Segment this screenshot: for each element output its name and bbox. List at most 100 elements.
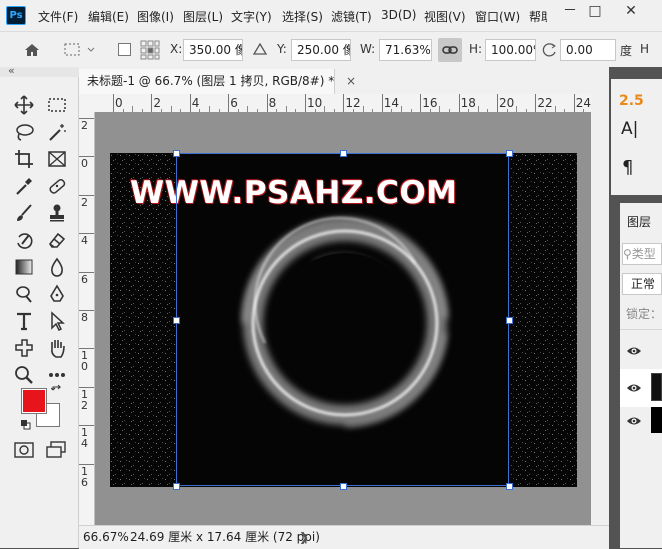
ruler-tick (381, 94, 383, 112)
blur-tool-icon[interactable] (44, 256, 70, 282)
collapse-toolbar-icon[interactable]: « (8, 64, 15, 77)
zoom-level[interactable]: 66.67% (83, 526, 129, 548)
ruler-tick (151, 94, 153, 112)
reference-checkbox[interactable] (118, 43, 131, 56)
layer-filter-placeholder: 类型 (631, 247, 656, 261)
path-selection-icon[interactable] (44, 310, 70, 336)
default-colors-icon[interactable] (20, 419, 31, 430)
zoom-tool-icon[interactable] (11, 364, 37, 390)
transform-handle-top[interactable] (340, 150, 347, 157)
document-tab[interactable]: 未标题-1 @ 66.7% (图层 1 拷贝, RGB/8#) * × (79, 69, 356, 94)
delta-icon (252, 41, 268, 57)
y-position-field[interactable]: 250.00 像素 (291, 39, 351, 61)
transform-handle-top-left[interactable] (173, 150, 180, 157)
visibility-eye-icon[interactable] (626, 345, 642, 357)
ruler-tick (228, 94, 230, 112)
healing-brush-icon[interactable] (44, 175, 70, 201)
shape-tool-icon[interactable] (11, 337, 37, 363)
horizontal-ruler[interactable]: 0 2 4 6 8 10 12 14 16 18 20 22 24 (94, 94, 591, 113)
ruler-tick (79, 118, 94, 119)
vertical-scrollbar[interactable] (591, 94, 609, 525)
width-field[interactable]: 71.63% (379, 39, 432, 61)
visibility-eye-icon[interactable] (626, 382, 642, 394)
menu-view[interactable]: 视图(V) (424, 8, 466, 25)
blend-mode-select[interactable]: 正常 (622, 273, 662, 295)
lock-label: 锁定： (626, 307, 662, 321)
stamp-tool-icon[interactable] (44, 202, 70, 228)
ruler-label: 1 2 (81, 387, 88, 412)
layers-panel: 图层 ⚲类型 正常 锁定： (620, 203, 662, 548)
ruler-tick (113, 94, 114, 112)
ruler-tick (79, 271, 94, 273)
crop-tool-icon[interactable] (11, 148, 37, 174)
layer-filter-field[interactable]: ⚲类型 (622, 243, 662, 265)
height-field[interactable]: 100.00% (485, 39, 536, 61)
x-position-field[interactable]: 350.00 像素 (183, 39, 243, 61)
ruler-label: 1 6 (81, 464, 88, 489)
menu-type[interactable]: 文字(Y) (231, 8, 272, 25)
lasso-tool-icon[interactable] (11, 121, 37, 147)
dodge-tool-icon[interactable] (11, 283, 37, 309)
menu-select[interactable]: 选择(S) (282, 8, 323, 25)
maximize-button[interactable]: □ (578, 0, 612, 24)
frame-tool-icon[interactable] (44, 148, 70, 174)
swap-colors-icon[interactable] (50, 384, 63, 397)
status-bar: 66.67% 24.69 厘米 x 17.64 厘米 (72 ppi) ❯ (79, 525, 609, 549)
transform-handle-bottom-left[interactable] (173, 483, 180, 490)
reference-grid-icon[interactable] (140, 40, 160, 60)
ruler-label: 2 (81, 195, 88, 209)
layer-thumbnail (651, 373, 662, 401)
gradient-tool-icon[interactable] (11, 256, 37, 282)
transform-handle-bottom-right[interactable] (506, 483, 513, 490)
ruler-label: 20 (499, 96, 515, 110)
w-label: W: (360, 42, 376, 56)
font-size-value[interactable]: 2.5 (619, 93, 644, 109)
menu-help[interactable]: 帮助 (529, 8, 547, 25)
menu-3d[interactable]: 3D(D) (381, 8, 416, 22)
vertical-ruler[interactable]: 2 0 2 4 6 8 1 0 1 2 1 4 1 6 (79, 112, 95, 525)
transform-handle-top-right[interactable] (506, 150, 513, 157)
home-icon[interactable] (20, 39, 44, 61)
transform-bounding-box[interactable] (176, 153, 509, 486)
quick-mask-icon[interactable] (13, 441, 35, 459)
ruler-label: 14 (383, 96, 400, 110)
close-tab-icon[interactable]: × (346, 74, 356, 88)
character-panel-icon[interactable]: A| (621, 119, 638, 139)
transform-handle-right[interactable] (506, 317, 513, 324)
status-menu-arrow-icon[interactable]: ❯ (299, 526, 309, 548)
ruler-label: 10 (307, 96, 323, 110)
menu-image[interactable]: 图像(I) (137, 8, 174, 25)
angle-field[interactable]: 0.00 (560, 39, 616, 61)
history-brush-icon[interactable] (11, 229, 37, 255)
ruler-label: 8 (81, 311, 88, 324)
ruler-label: 0 (81, 157, 88, 171)
reference-point-icon[interactable] (60, 40, 98, 60)
link-icon[interactable] (438, 38, 462, 62)
magic-wand-icon[interactable] (44, 121, 70, 147)
transform-handle-bottom[interactable] (340, 483, 347, 490)
screen-mode-icon[interactable] (45, 441, 67, 459)
menu-window[interactable]: 窗口(W) (475, 8, 520, 25)
eraser-tool-icon[interactable] (44, 229, 70, 255)
menu-layer[interactable]: 图层(L) (183, 8, 223, 25)
paragraph-panel-icon[interactable]: ¶ (622, 157, 633, 178)
transform-handle-left[interactable] (173, 317, 180, 324)
visibility-eye-icon[interactable] (626, 415, 642, 427)
ruler-label: 12 (345, 96, 361, 110)
close-button[interactable]: ✕ (614, 0, 648, 24)
menu-edit[interactable]: 编辑(E) (88, 8, 129, 25)
menu-file[interactable]: 文件(F) (38, 8, 78, 25)
hand-tool-icon[interactable] (44, 337, 70, 363)
eyedropper-icon[interactable] (11, 175, 37, 201)
pen-tool-icon[interactable] (44, 283, 70, 309)
brush-tool-icon[interactable] (11, 202, 37, 228)
y-label: Y: (277, 42, 287, 56)
foreground-color-swatch[interactable] (21, 388, 47, 414)
menu-filter[interactable]: 滤镜(T) (331, 8, 372, 25)
layers-tab[interactable]: 图层 (627, 213, 651, 230)
document-info: 24.69 厘米 x 17.64 厘米 (72 ppi) (130, 530, 320, 544)
marquee-tool-icon[interactable] (44, 94, 70, 120)
ruler-tick (79, 310, 94, 311)
type-tool-icon[interactable] (11, 310, 37, 336)
move-tool-icon[interactable] (11, 94, 37, 120)
